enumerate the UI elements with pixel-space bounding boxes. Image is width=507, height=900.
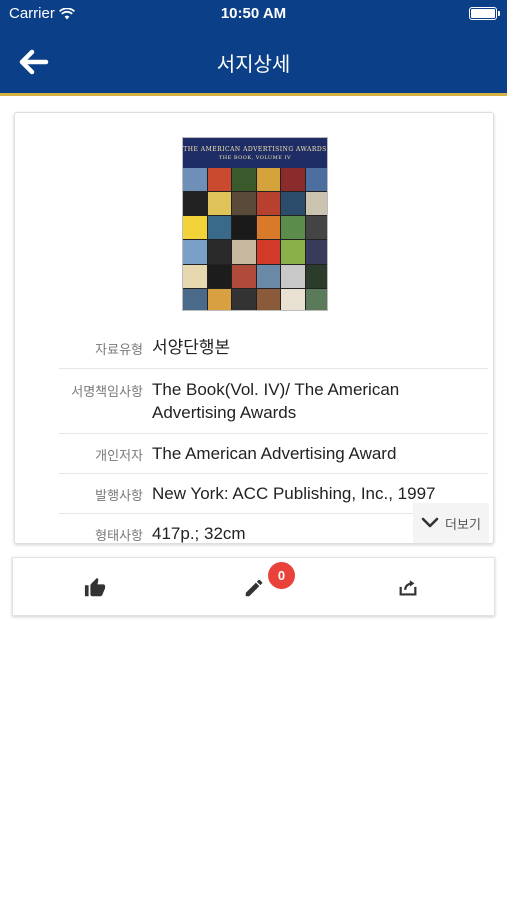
cover-subtitle: THE BOOK, VOLUME IV [218,155,292,161]
field-value: The Book(Vol. IV)/ The American Advertis… [152,380,400,422]
cover-title: THE AMERICAN ADVERTISING AWARDS [183,146,327,153]
cover-banner: THE AMERICAN ADVERTISING AWARDS THE BOOK… [183,138,327,168]
chevron-down-icon [421,517,439,528]
clock: 10:50 AM [220,5,287,22]
book-cover-image[interactable]: THE AMERICAN ADVERTISING AWARDS THE BOOK… [182,137,328,311]
field-row-title-responsibility: 서명책임사항 The Book(Vol. IV)/ The American A… [59,369,488,434]
field-row-material-type: 자료유형 서양단행본 [59,327,488,369]
share-button[interactable] [392,572,424,604]
battery-icon [469,7,500,20]
show-more-button[interactable]: 더보기 [413,503,489,543]
comment-count-badge: 0 [268,562,295,589]
show-more-label: 더보기 [445,517,481,533]
field-label: 형태사항 [95,529,143,544]
like-button[interactable] [79,572,111,604]
field-value: The American Advertising Award [152,444,397,463]
status-bar: Carrier 10:50 AM [0,0,507,28]
field-label: 개인저자 [95,449,143,464]
pencil-icon [245,579,263,597]
action-bar: 0 [12,557,495,616]
field-label: 서명책임사항 [71,385,143,400]
cover-photo-collage [183,168,327,310]
field-value: 서양단행본 [152,338,231,357]
field-row-personal-author: 개인저자 The American Advertising Award [59,434,488,474]
field-label: 발행사항 [95,489,143,504]
book-detail-card: THE AMERICAN ADVERTISING AWARDS THE BOOK… [14,112,494,544]
page-title: 서지상세 [216,52,291,76]
share-icon [399,580,417,596]
thumbs-up-icon [84,577,106,597]
app-header: 서지상세 [0,28,507,96]
field-label: 자료유형 [95,343,143,358]
field-value: New York: ACC Publishing, Inc., 1997 [152,484,436,503]
field-value: 417p.; 32cm [152,524,246,543]
review-button[interactable] [238,572,270,604]
